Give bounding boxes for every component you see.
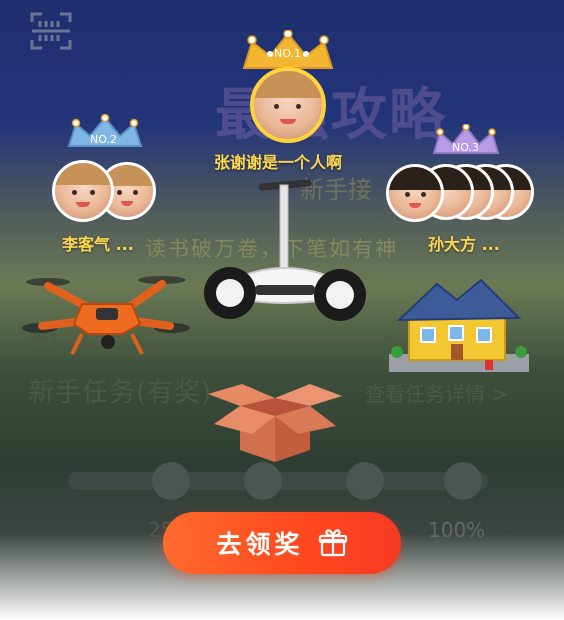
background-task-detail: 查看任务详情 > — [365, 382, 509, 406]
avatar — [52, 160, 114, 222]
rank-first-name: 张谢谢是一个人啊 — [214, 153, 343, 172]
claim-prize-label: 去领奖 — [216, 530, 304, 559]
claim-prize-button[interactable]: 去领奖 — [163, 512, 401, 574]
rank-second-label: NO.2 — [90, 133, 117, 146]
rank-third-label: NO.3 — [452, 141, 479, 154]
background-progress-right: 100% — [428, 518, 486, 542]
background-progress-dot — [244, 462, 282, 500]
rank-first-label: NO.1 — [274, 47, 301, 60]
background-progress-dot — [152, 462, 190, 500]
scan-icon[interactable] — [30, 12, 72, 50]
rank-second-name: 李客气 ... — [62, 235, 134, 254]
gift-icon — [318, 529, 347, 557]
background-progress-dot — [444, 462, 482, 500]
drone-icon — [22, 276, 190, 355]
hoverboard-icon — [204, 179, 366, 321]
avatar — [250, 67, 326, 143]
background-progress-dot — [346, 462, 384, 500]
rank-third-name: 孙大方 ... — [428, 235, 500, 254]
avatar — [386, 164, 444, 222]
toy-house-icon — [389, 278, 529, 372]
background-task-title: 新手任务(有奖) — [28, 378, 213, 408]
open-box-icon — [208, 384, 342, 462]
